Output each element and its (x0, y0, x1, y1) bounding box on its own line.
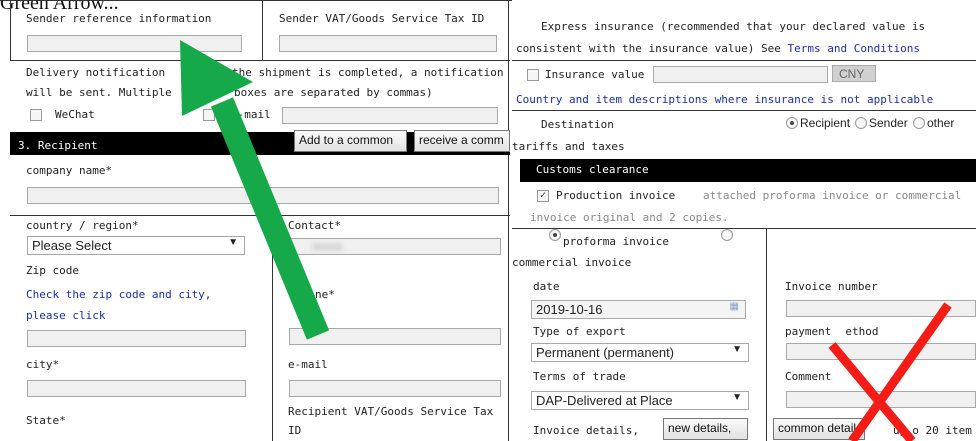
red-x-icon (828, 302, 952, 441)
green-arrow-icon (180, 40, 330, 340)
annotation-overlay (180, 40, 952, 441)
